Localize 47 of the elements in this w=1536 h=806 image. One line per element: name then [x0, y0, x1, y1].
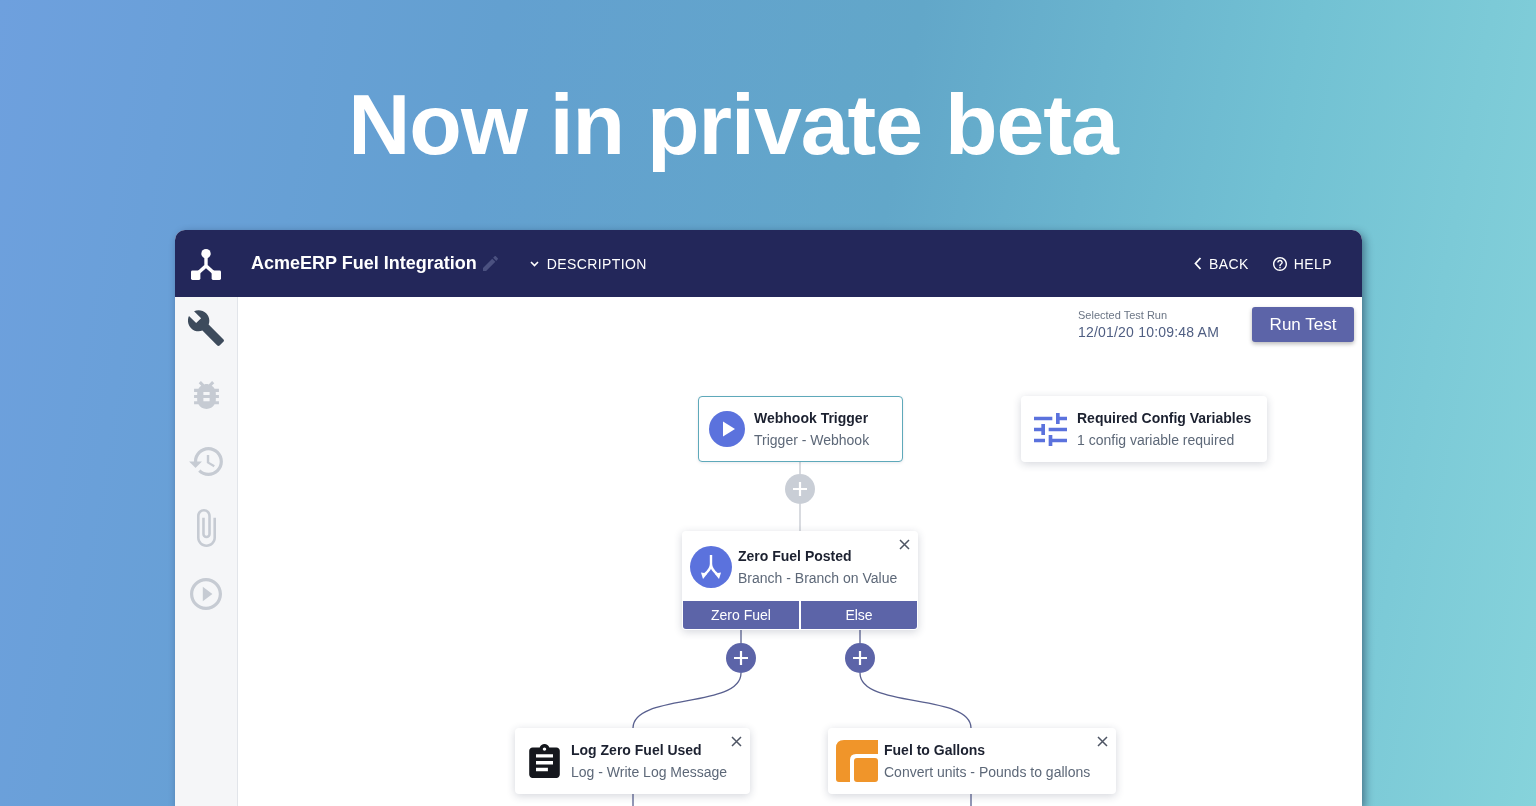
config-title: Required Config Variables	[1077, 409, 1252, 428]
close-icon[interactable]	[1097, 736, 1108, 747]
connector-line	[740, 629, 742, 644]
headline: Now in private beta	[348, 75, 1118, 174]
step-title: Webhook Trigger	[754, 409, 870, 428]
branch-icon	[690, 545, 732, 588]
play-icon	[709, 411, 745, 447]
chevron-left-icon	[1194, 257, 1203, 270]
test-run-label: Selected Test Run	[1078, 307, 1169, 322]
step-subtitle: Log - Write Log Message	[571, 763, 728, 782]
help-icon	[1272, 256, 1287, 271]
step-card[interactable]: Webhook Trigger Trigger - Webhook	[698, 396, 903, 462]
plus-icon[interactable]	[845, 643, 875, 673]
connector-line	[632, 793, 634, 806]
plus-icon[interactable]	[726, 643, 756, 673]
config-card[interactable]: Required Config Variables 1 config variable required	[1021, 396, 1267, 462]
step-subtitle: Branch - Branch on Value	[738, 568, 898, 588]
close-icon[interactable]	[731, 736, 742, 747]
connector-line	[799, 503, 801, 532]
paperclip-icon[interactable]	[196, 508, 216, 547]
wrench-icon[interactable]	[188, 310, 224, 346]
blocks-icon	[836, 740, 878, 782]
connector-line	[859, 629, 861, 644]
test-run-value: 12/01/20 10:09:48 AM	[1078, 322, 1219, 342]
connector-line	[799, 460, 801, 475]
config-subtitle: 1 config variable required	[1077, 431, 1236, 450]
step-title: Log Zero Fuel Used	[571, 741, 703, 760]
step-card[interactable]: Zero Fuel Posted Branch - Branch on Value Zero Fuel Else	[682, 531, 918, 630]
clipboard-icon	[528, 744, 560, 778]
run-test-button[interactable]: Run Test	[1252, 307, 1354, 342]
step-subtitle: Convert units - Pounds to gallons	[884, 763, 1091, 782]
back-link[interactable]: BACK	[1194, 255, 1249, 272]
branch-tab[interactable]: Zero Fuel	[683, 601, 799, 629]
step-card[interactable]: Fuel to Gallons Convert units - Pounds to gallons	[828, 728, 1116, 794]
logo-icon	[191, 247, 221, 280]
step-title: Fuel to Gallons	[884, 741, 987, 760]
window-title: AcmeERP Fuel Integration	[251, 253, 477, 274]
connector-line	[970, 793, 972, 806]
chevron-down-icon	[529, 260, 539, 267]
step-subtitle: Trigger - Webhook	[754, 431, 870, 450]
description-toggle[interactable]: DESCRIPTION	[529, 255, 647, 272]
sliders-icon	[1033, 412, 1067, 446]
step-title: Zero Fuel Posted	[738, 546, 853, 566]
step-card[interactable]: Log Zero Fuel Used Log - Write Log Message	[515, 728, 750, 794]
close-icon[interactable]	[899, 539, 910, 550]
branch-tab[interactable]: Else	[801, 601, 917, 629]
help-link[interactable]: HELP	[1272, 255, 1332, 272]
